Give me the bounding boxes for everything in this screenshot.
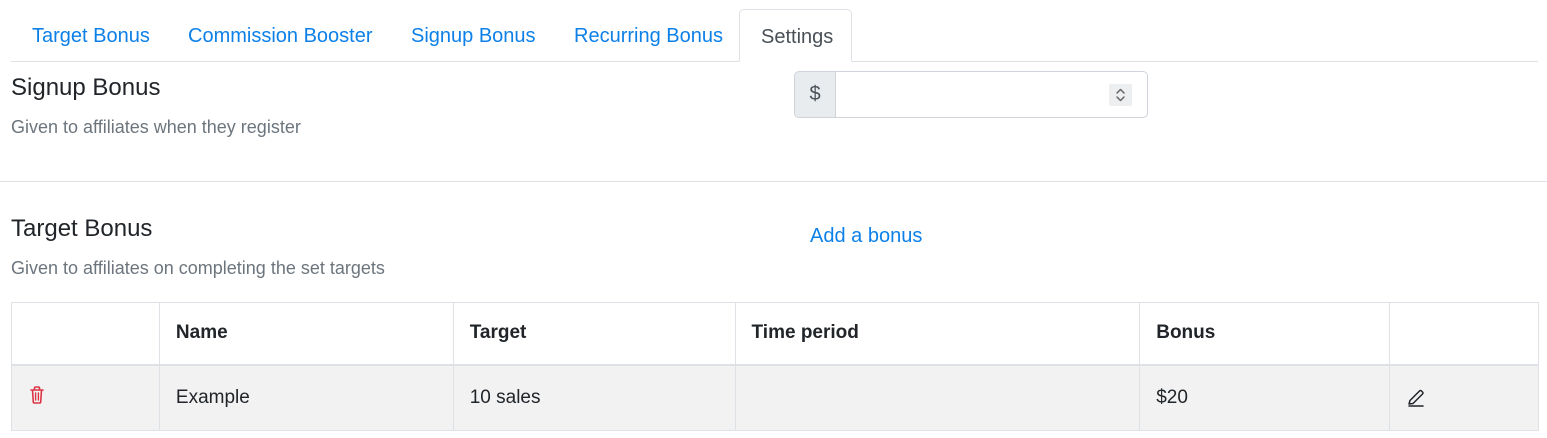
bonus-tabs: Target Bonus Commission Booster Signup B…: [11, 9, 1538, 62]
signup-bonus-amount-input[interactable]: [836, 71, 1148, 118]
row-target: 10 sales: [452, 364, 736, 431]
header-bonus: Bonus: [1139, 302, 1391, 366]
header-actions: [11, 302, 160, 366]
settings-page: Target Bonus Commission Booster Signup B…: [0, 0, 1547, 438]
row-time-period: [734, 364, 1141, 431]
signup-bonus-amount-group: $: [794, 71, 1148, 118]
tab-target-bonus[interactable]: Target Bonus: [11, 9, 171, 61]
currency-prefix: $: [794, 71, 836, 118]
header-edit: [1389, 302, 1539, 366]
header-time-period: Time period: [734, 302, 1141, 366]
signup-bonus-title: Signup Bonus: [11, 74, 161, 101]
header-name: Name: [158, 302, 454, 366]
tab-settings[interactable]: Settings: [739, 9, 852, 62]
tab-recurring-bonus[interactable]: Recurring Bonus: [553, 9, 744, 61]
target-bonus-description: Given to affiliates on completing the se…: [11, 258, 385, 278]
signup-bonus-description: Given to affiliates when they register: [11, 117, 301, 137]
pencil-icon[interactable]: [1406, 388, 1426, 414]
stepper-arrows-icon[interactable]: [1109, 84, 1132, 106]
tab-commission-booster[interactable]: Commission Booster: [167, 9, 394, 61]
tab-signup-bonus[interactable]: Signup Bonus: [390, 9, 557, 61]
target-bonus-title: Target Bonus: [11, 215, 153, 242]
row-edit-cell: [1389, 364, 1539, 431]
add-bonus-link[interactable]: Add a bonus: [810, 225, 922, 248]
row-delete-cell: [11, 364, 160, 431]
table-row: Example 10 sales $20: [11, 364, 1539, 431]
trash-icon[interactable]: [28, 385, 46, 411]
target-bonus-table: Name Target Time period Bonus Example 10…: [11, 302, 1539, 431]
header-target: Target: [452, 302, 736, 366]
row-name: Example: [158, 364, 454, 431]
row-bonus: $20: [1139, 364, 1391, 431]
section-divider: [0, 181, 1547, 182]
table-header-row: Name Target Time period Bonus: [11, 302, 1539, 366]
